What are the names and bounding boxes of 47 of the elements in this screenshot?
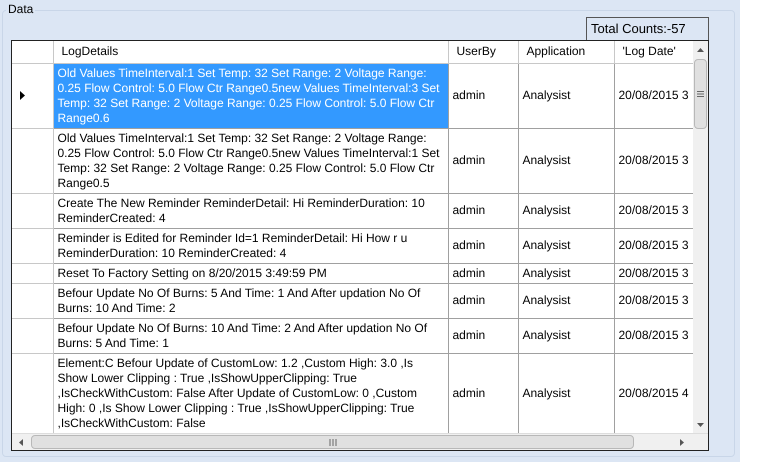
scroll-down-icon[interactable]: [697, 423, 704, 427]
table-cell: Analysist: [518, 263, 614, 283]
table-cell: 20/08/2015 3: [614, 283, 693, 318]
table-cell: Analysist: [518, 63, 614, 128]
table-cell: Reminder is Edited for Reminder Id=1 ReminderDetail: Hi How r u ReminderDuration: 10 ReminderCreated: 4: [53, 228, 448, 263]
column-header[interactable]: UserBy: [448, 41, 518, 63]
table-cell: admin: [448, 318, 518, 353]
table-cell: 20/08/2015 4: [614, 353, 693, 433]
grip-icon: [328, 438, 336, 446]
horizontal-scrollbar[interactable]: [12, 433, 708, 450]
table-cell: Befour Update No Of Burns: 10 And Time: 2 And After updation No Of Burns: 5 And Time: 1: [53, 318, 448, 353]
table-cell: admin: [448, 128, 518, 193]
table-cell: Analysist: [518, 193, 614, 228]
total-counts: Total Counts:-57: [586, 17, 709, 41]
table-cell: admin: [448, 63, 518, 128]
table-cell: 20/08/2015 3: [614, 318, 693, 353]
scroll-up-icon[interactable]: [697, 48, 704, 52]
grip-icon: [697, 91, 704, 97]
table-cell: admin: [448, 353, 518, 433]
scroll-thumb[interactable]: [694, 59, 707, 129]
table-cell: admin: [448, 228, 518, 263]
table-cell: admin: [448, 263, 518, 283]
table-cell: admin: [448, 283, 518, 318]
table-cell: Old Values TimeInterval:1 Set Temp: 32 Set Range: 2 Voltage Range: 0.25 Flow Control: 5.0 Flow Ctr Range0.5new Values TimeInterval:3 Set Temp: 32 Set Range: 2 Voltage Range: 0.25 Flow Control: 5.0 Flow Ctr Range0.6: [53, 63, 448, 128]
table-cell: 20/08/2015 3: [614, 263, 693, 283]
table-cell: Analysist: [518, 318, 614, 353]
table-cell: Analysist: [518, 283, 614, 318]
column-header[interactable]: LogDetails: [53, 41, 448, 63]
table-cell: Create The New Reminder ReminderDetail: Hi ReminderDuration: 10 ReminderCreated: 4: [53, 193, 448, 228]
table-cell: admin: [448, 193, 518, 228]
table-cell: Reset To Factory Setting on 8/20/2015 3:49:59 PM: [53, 263, 448, 283]
table-cell: 20/08/2015 3: [614, 128, 693, 193]
table-cell: 20/08/2015 3: [614, 228, 693, 263]
scroll-left-icon[interactable]: [19, 438, 23, 446]
table-cell: 20/08/2015 3: [614, 193, 693, 228]
table-cell: Element:C Befour Update of CustomLow: 1.2 ,Custom High: 3.0 ,Is Show Lower Clipping : True ,IsShowUpperClipping: True ,IsCheckWithCustom: False After Update of CustomLow: 0 ,Custom High: 0 ,Is Show Lower Clipping : True ,IsShowUpperClipping: True ,IsCheckWithCustom: False: [53, 353, 448, 433]
vertical-scrollbar[interactable]: [693, 41, 708, 433]
table-cell: Old Values TimeInterval:1 Set Temp: 32 Set Range: 2 Voltage Range: 0.25 Flow Control: 5.0 Flow Ctr Range0.5new Values TimeInterval:1 Set Temp: 32 Set Range: 2 Voltage Range: 0.25 Flow Control: 5.0 Flow Ctr Range0.5: [53, 128, 448, 193]
scroll-thumb[interactable]: [31, 435, 634, 449]
table-cell: Analysist: [518, 228, 614, 263]
table-cell: Analysist: [518, 353, 614, 433]
table-cell: 20/08/2015 3: [614, 63, 693, 128]
table-cell: Analysist: [518, 128, 614, 193]
scroll-right-icon[interactable]: [680, 438, 684, 446]
table-cell: Befour Update No Of Burns: 5 And Time: 1 And After updation No Of Burns: 10 And Time: 2: [53, 283, 448, 318]
column-header[interactable]: Application: [518, 41, 614, 63]
data-grid[interactable]: [11, 40, 709, 451]
